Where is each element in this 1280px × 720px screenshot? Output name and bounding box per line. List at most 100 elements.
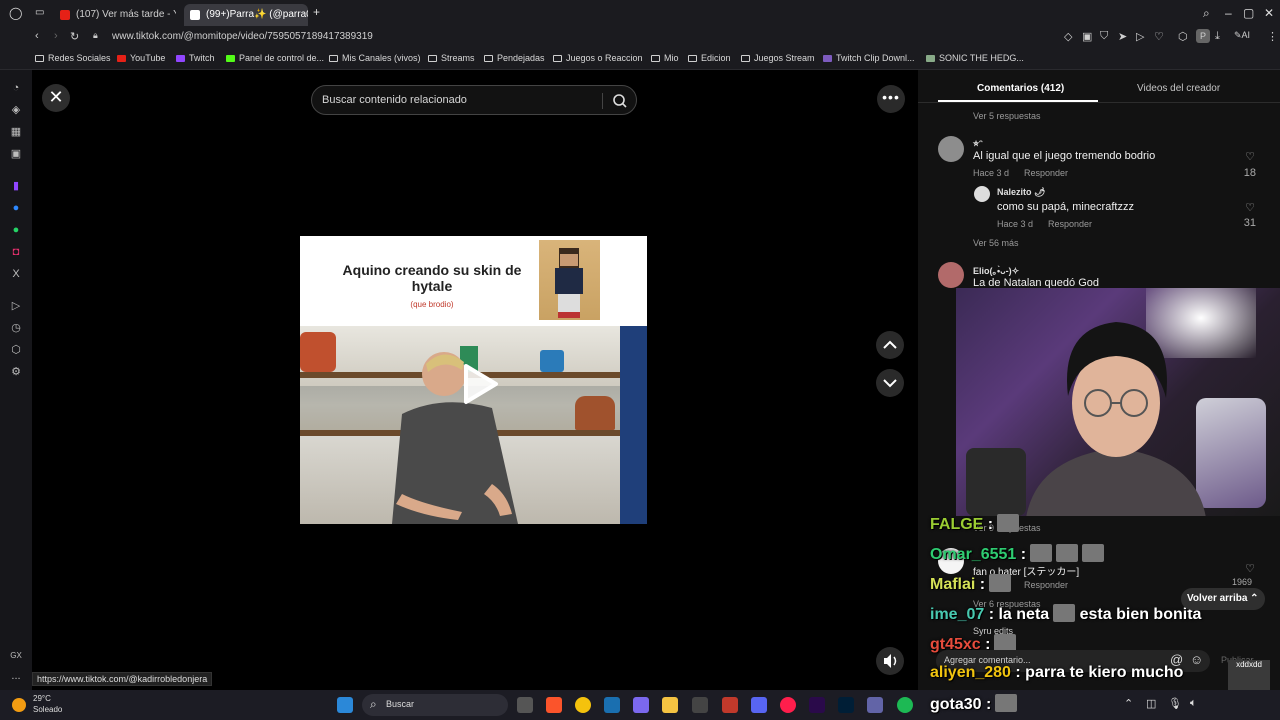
- menu-icon[interactable]: ⋮: [1267, 30, 1278, 43]
- gx-label[interactable]: GX: [8, 650, 24, 662]
- browser-logo-icon[interactable]: ◯: [9, 6, 22, 20]
- heart-icon[interactable]: ♡: [1240, 150, 1260, 163]
- photoshop-icon[interactable]: [838, 697, 854, 713]
- start-icon[interactable]: [337, 697, 353, 713]
- url-field[interactable]: www.tiktok.com/@momitope/video/759505718…: [112, 31, 373, 42]
- search-icon[interactable]: ⌕: [1203, 6, 1210, 21]
- reply-button[interactable]: Responder: [1024, 168, 1068, 178]
- settings-icon[interactable]: ⚙: [10, 366, 22, 378]
- app-icon[interactable]: [722, 697, 738, 713]
- tray-chevron-icon[interactable]: ⌃: [1124, 697, 1133, 710]
- download-icon[interactable]: ⤓: [1215, 30, 1220, 43]
- previous-video-button[interactable]: [876, 331, 904, 359]
- taskbar-search[interactable]: ⌕ Buscar: [362, 694, 508, 716]
- bookmark-pendejadas[interactable]: Pendejadas: [484, 53, 545, 63]
- extensions-icon[interactable]: ⬡: [1178, 30, 1188, 43]
- messenger-icon[interactable]: ●: [10, 202, 22, 214]
- app-icon[interactable]: [604, 697, 620, 713]
- bookmark-streams[interactable]: Streams: [428, 53, 475, 63]
- controls-icon[interactable]: ◈: [10, 104, 22, 116]
- bookmark-juegos-reaccion[interactable]: Juegos o Reaccion: [553, 53, 643, 63]
- send-icon[interactable]: ➤: [1118, 30, 1127, 43]
- history-icon[interactable]: ◷: [10, 322, 22, 334]
- comment-username[interactable]: ⭐︎ᵔ: [973, 138, 983, 149]
- tab-comments[interactable]: Comentarios (412): [977, 83, 1064, 94]
- bookmark-redes-sociales[interactable]: Redes Sociales: [35, 53, 111, 63]
- search-icon[interactable]: [612, 93, 628, 109]
- premiere-icon[interactable]: [809, 697, 825, 713]
- bookmark-sonic[interactable]: SONIC THE HEDG...: [926, 53, 1024, 63]
- shield-icon[interactable]: ⛉: [1100, 30, 1108, 43]
- reply-button[interactable]: Responder: [1024, 580, 1068, 590]
- twitch-icon[interactable]: ▮: [10, 180, 22, 192]
- discord-icon[interactable]: [751, 697, 767, 713]
- weather-temperature[interactable]: 29°C: [33, 694, 51, 703]
- opera-gx-icon[interactable]: [780, 697, 796, 713]
- file-explorer-icon[interactable]: [662, 697, 678, 713]
- play-icon[interactable]: ▷: [1136, 30, 1144, 43]
- bookmark-mio[interactable]: Mio: [651, 53, 679, 63]
- player-icon[interactable]: ▷: [10, 300, 22, 312]
- reload-icon[interactable]: ↻: [70, 30, 79, 43]
- chrome-icon[interactable]: [575, 697, 591, 713]
- bookmark-panel-control[interactable]: Panel de control de...: [226, 53, 324, 63]
- video-player[interactable]: Aquino creando su skin de hytale (que br…: [300, 236, 647, 524]
- avatar[interactable]: [974, 186, 990, 202]
- speed-dial-icon[interactable]: ◔: [10, 82, 22, 94]
- snapshot-icon[interactable]: ▣: [1082, 30, 1092, 43]
- store-icon[interactable]: [692, 697, 708, 713]
- extensions-icon[interactable]: ⬡: [10, 344, 22, 356]
- sidebar-more-icon[interactable]: ...: [10, 670, 22, 682]
- bookmark-twitch[interactable]: Twitch: [176, 53, 215, 63]
- network-icon[interactable]: ◫: [1146, 697, 1156, 710]
- copilot-icon[interactable]: [633, 697, 649, 713]
- bookmark-twitch-clip[interactable]: Twitch Clip Downl...: [823, 53, 915, 63]
- volume-icon[interactable]: 🔈︎: [1190, 697, 1197, 710]
- close-window-button[interactable]: ✕: [1264, 6, 1274, 20]
- teams-icon[interactable]: [867, 697, 883, 713]
- view-replies-link[interactable]: Ver 5 respuestas: [973, 111, 1041, 121]
- heart-icon[interactable]: ♡: [1240, 562, 1260, 575]
- maximize-button[interactable]: ▢: [1243, 6, 1254, 20]
- bookmark-mis-canales[interactable]: Mis Canales (vivos): [329, 53, 421, 63]
- search-input[interactable]: Buscar contenido relacionado: [322, 94, 467, 106]
- comment-username[interactable]: Nalezito 🌶: [997, 187, 1045, 198]
- media-icon[interactable]: ▣: [10, 148, 22, 160]
- brave-icon[interactable]: [546, 697, 562, 713]
- bookmark-youtube[interactable]: YouTube: [117, 53, 165, 63]
- close-video-button[interactable]: ✕: [42, 84, 70, 112]
- minimize-button[interactable]: –: [1225, 6, 1232, 20]
- ai-icon[interactable]: ✎AI: [1234, 30, 1250, 41]
- spotify-icon[interactable]: [897, 697, 913, 713]
- profile-icon[interactable]: P: [1196, 29, 1210, 43]
- whatsapp-icon[interactable]: ●: [10, 224, 22, 236]
- related-search-box[interactable]: Buscar contenido relacionado: [311, 85, 637, 115]
- tab-youtube[interactable]: (107) Ver más tarde - YouT: [54, 4, 176, 26]
- next-video-button[interactable]: [876, 369, 904, 397]
- view-more-link[interactable]: Ver 56 más: [973, 238, 1019, 248]
- weather-icon[interactable]: [12, 698, 26, 712]
- heart-icon[interactable]: ♡: [1154, 30, 1164, 43]
- volume-button[interactable]: [876, 647, 904, 675]
- tab-tiktok[interactable]: (99+)Parra✨ (@parra0fic: [184, 4, 308, 26]
- gamepad-icon[interactable]: ▦: [10, 126, 22, 138]
- task-view-icon[interactable]: [517, 697, 533, 713]
- forward-icon[interactable]: ›: [54, 30, 58, 42]
- heart-icon[interactable]: ♡: [1240, 201, 1260, 214]
- play-icon[interactable]: [460, 362, 500, 406]
- bookmark-edicion[interactable]: Edicion: [688, 53, 731, 63]
- avatar[interactable]: [938, 262, 964, 288]
- bookmark-icon[interactable]: ◇: [1064, 30, 1072, 43]
- instagram-icon[interactable]: ◘: [10, 246, 22, 258]
- back-to-top-button[interactable]: Volver arriba ⌃: [1181, 588, 1265, 610]
- back-icon[interactable]: ‹: [35, 30, 39, 42]
- emoji-icon[interactable]: ☺: [1190, 652, 1203, 667]
- new-tab-button[interactable]: +: [313, 5, 320, 19]
- tab-list-icon[interactable]: ▭: [35, 7, 44, 18]
- reply-button[interactable]: Responder: [1048, 219, 1092, 229]
- comment-username[interactable]: Elio(｡•̀ᴗ-)✧: [973, 264, 1019, 277]
- avatar[interactable]: [938, 136, 964, 162]
- more-options-button[interactable]: •••: [877, 85, 905, 113]
- tab-creator-videos[interactable]: Videos del creador: [1137, 83, 1220, 94]
- bookmark-juegos-stream[interactable]: Juegos Stream: [741, 53, 815, 63]
